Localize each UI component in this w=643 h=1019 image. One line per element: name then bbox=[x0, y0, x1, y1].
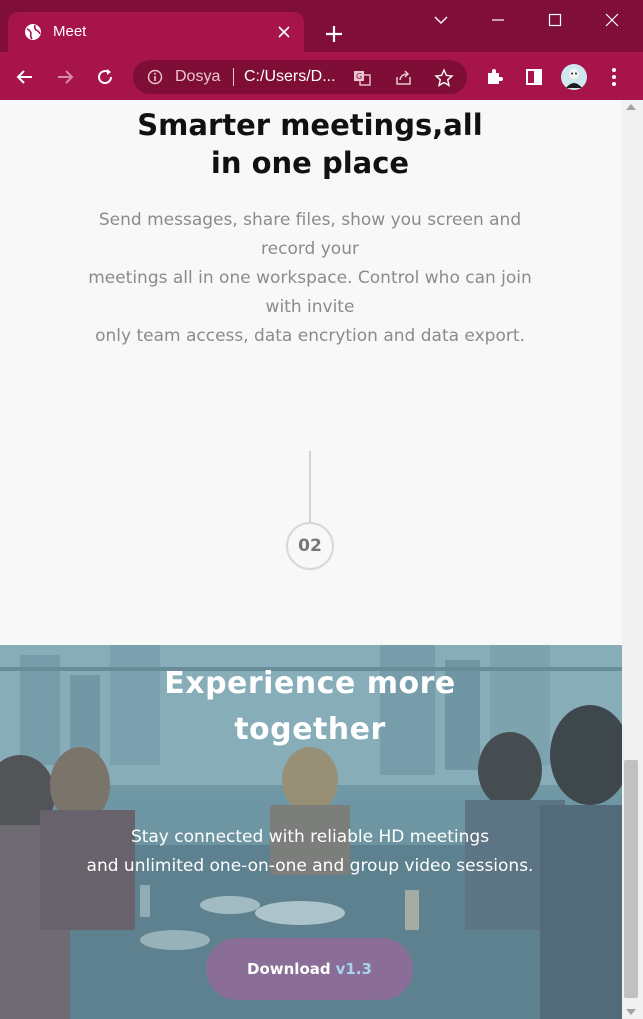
extensions-icon[interactable] bbox=[481, 64, 507, 90]
description-line: only team access, data encrytion and dat… bbox=[95, 326, 525, 346]
reload-icon[interactable] bbox=[92, 64, 118, 90]
window-close-icon[interactable] bbox=[598, 8, 626, 32]
share-icon[interactable] bbox=[394, 68, 414, 88]
heading-line: in one place bbox=[210, 146, 410, 180]
back-icon[interactable] bbox=[12, 64, 38, 90]
tab-meet[interactable]: Meet bbox=[8, 12, 304, 52]
avatar[interactable] bbox=[561, 64, 587, 90]
scroll-up-icon[interactable] bbox=[626, 104, 636, 110]
browser-toolbar: Dosya C:/Users/D... G bbox=[0, 52, 643, 100]
close-icon[interactable] bbox=[274, 22, 294, 42]
maximize-icon[interactable] bbox=[541, 8, 569, 32]
hero-description-line: and unlimited one-on-one and group video… bbox=[86, 856, 534, 876]
chevron-down-icon[interactable] bbox=[427, 8, 455, 32]
scrollbar-thumb[interactable] bbox=[624, 760, 638, 998]
download-button[interactable]: Download v1.3 bbox=[206, 938, 413, 1000]
hero-title: Experience more together bbox=[0, 661, 620, 753]
scroll-down-icon[interactable] bbox=[626, 1009, 636, 1015]
address-bar[interactable]: Dosya C:/Users/D... G bbox=[133, 60, 467, 94]
site-label: Dosya bbox=[175, 68, 221, 85]
tab-title: Meet bbox=[53, 23, 87, 40]
svg-text:G: G bbox=[356, 72, 362, 81]
page-viewport: Smarter meetings,all in one place Send m… bbox=[0, 100, 622, 1019]
description-line: record your bbox=[261, 239, 359, 259]
minimize-icon[interactable] bbox=[484, 8, 512, 32]
hero-description: Stay connected with reliable HD meetings… bbox=[40, 823, 580, 881]
heading-line: Smarter meetings,all bbox=[137, 108, 483, 142]
download-label: Download bbox=[247, 960, 331, 978]
step-number: 02 bbox=[298, 536, 322, 556]
scrollbar[interactable] bbox=[622, 100, 643, 1019]
description-line: meetings all in one workspace. Control w… bbox=[88, 268, 532, 288]
divider bbox=[233, 68, 234, 86]
url-text[interactable]: C:/Users/D... bbox=[244, 68, 336, 86]
section-description: Send messages, share files, show you scr… bbox=[60, 206, 560, 351]
hero-section: Experience more together Stay connected … bbox=[0, 645, 622, 1019]
description-line: with invite bbox=[265, 297, 355, 317]
translate-icon[interactable]: G bbox=[352, 68, 372, 88]
star-icon[interactable] bbox=[434, 68, 454, 88]
hero-title-line: together bbox=[234, 712, 386, 747]
forward-icon[interactable] bbox=[52, 64, 78, 90]
plus-icon[interactable] bbox=[322, 22, 346, 46]
globe-icon bbox=[24, 23, 42, 41]
info-icon[interactable] bbox=[147, 69, 163, 85]
hero-title-line: Experience more bbox=[164, 666, 456, 701]
step-indicator: 02 bbox=[286, 522, 334, 570]
section-heading: Smarter meetings,all in one place bbox=[0, 106, 620, 182]
description-line: Send messages, share files, show you scr… bbox=[98, 210, 522, 230]
side-panel-icon[interactable] bbox=[521, 64, 547, 90]
download-version: v1.3 bbox=[335, 960, 372, 978]
menu-icon[interactable] bbox=[601, 64, 627, 90]
hero-description-line: Stay connected with reliable HD meetings bbox=[130, 827, 490, 847]
